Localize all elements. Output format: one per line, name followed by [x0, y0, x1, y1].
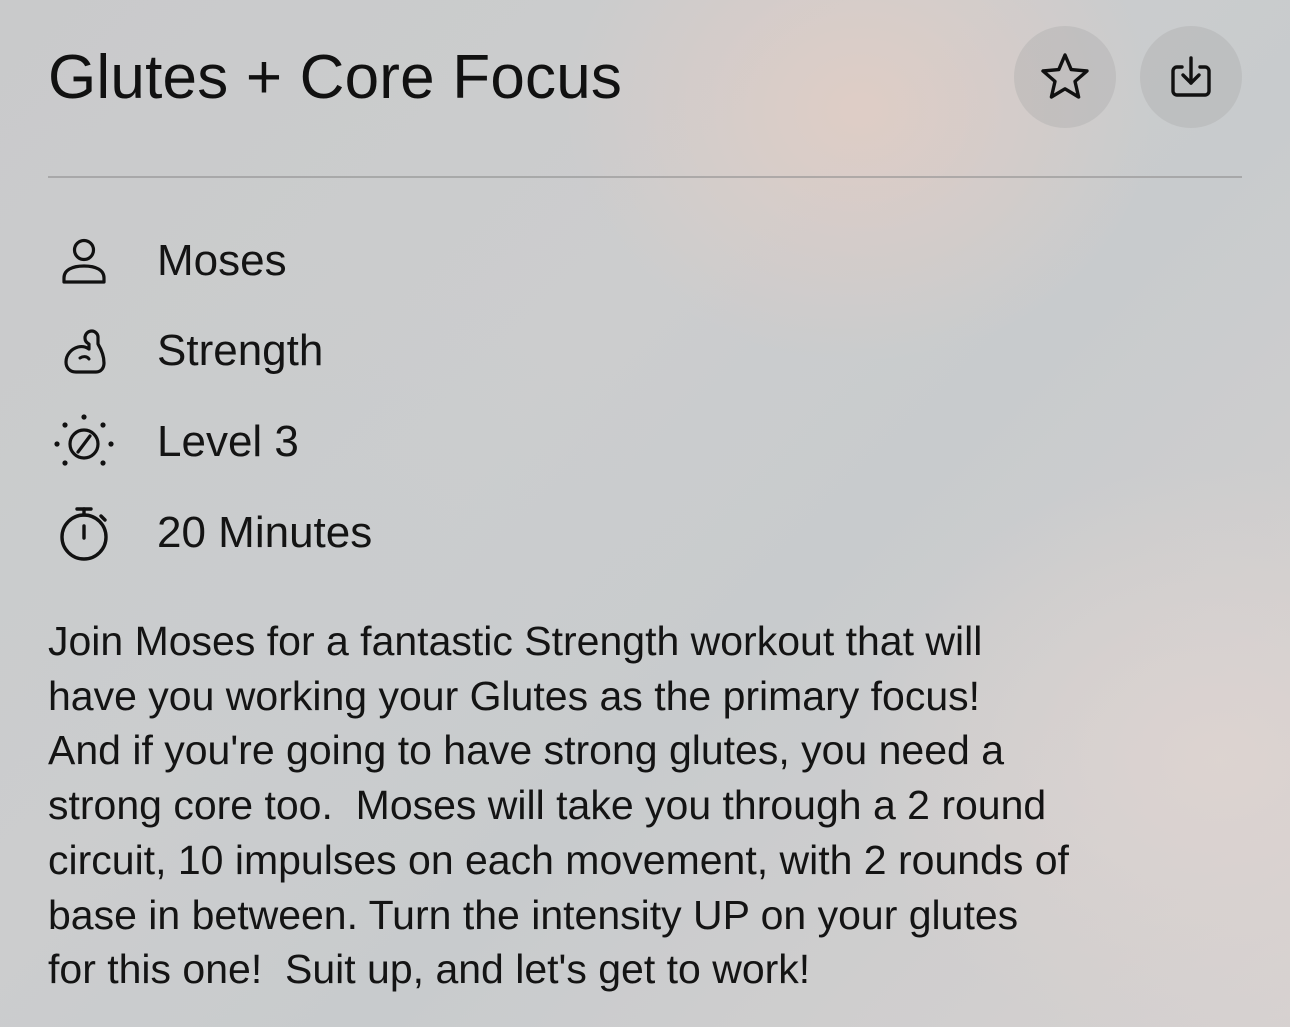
duration-value: 20 Minutes [157, 508, 373, 557]
intensity-gauge-icon [48, 407, 120, 477]
meta-instructor: Moses [48, 226, 848, 296]
person-icon [48, 226, 120, 296]
level-value: Level 3 [157, 417, 299, 466]
meta-duration: 20 Minutes [48, 498, 848, 568]
description-line: strong core too. Moses will take you thr… [48, 782, 1047, 829]
download-tray-icon [1171, 56, 1211, 97]
meta-level: Level 3 [48, 407, 848, 477]
description-line: base in between. Turn the intensity UP o… [48, 891, 1019, 938]
download-button[interactable] [1140, 26, 1242, 128]
header-divider [48, 176, 1242, 178]
category-name: Strength [157, 326, 324, 375]
stopwatch-icon [48, 498, 120, 568]
flexed-bicep-icon [48, 316, 120, 386]
favorite-button[interactable] [1014, 26, 1116, 128]
description-line: And if you're going to have strong glute… [48, 727, 1005, 774]
description-line: circuit, 10 impulses on each movement, w… [48, 836, 1069, 883]
meta-category: Strength [48, 316, 848, 386]
star-outline-icon [1041, 53, 1089, 99]
workout-title: Glutes + Core Focus [48, 43, 623, 112]
description-line: have you working your Glutes as the prim… [48, 672, 981, 719]
workout-description: Join Moses for a fantastic Strength work… [48, 614, 1248, 997]
instructor-name: Moses [157, 236, 287, 285]
description-line: Join Moses for a fantastic Strength work… [48, 618, 983, 664]
description-line: for this one! Suit up, and let's get to … [48, 946, 811, 993]
